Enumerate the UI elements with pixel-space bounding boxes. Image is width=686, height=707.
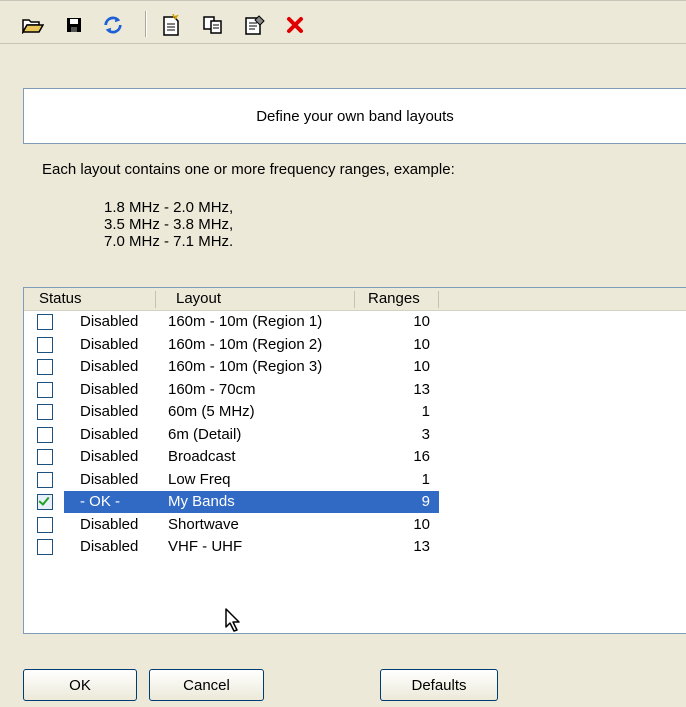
list-row[interactable]: Disabled VHF - UHF 13 — [24, 536, 686, 559]
status-cell: Disabled — [80, 335, 139, 353]
info-text: Each layout contains one or more frequen… — [42, 161, 455, 178]
layout-cell: Shortwave — [168, 515, 239, 533]
copy-icon[interactable] — [202, 15, 224, 35]
layout-cell: 60m (5 MHz) — [168, 403, 255, 420]
checkmark-icon — [38, 494, 50, 506]
frequency-examples: 1.8 MHz - 2.0 MHz, 3.5 MHz - 3.8 MHz, 7.… — [104, 199, 233, 250]
status-checkbox[interactable] — [37, 449, 53, 465]
ranges-cell: 13 — [413, 538, 430, 555]
status-checkbox[interactable] — [37, 494, 53, 510]
list-row[interactable]: Disabled Shortwave 10 — [24, 514, 686, 537]
status-cell: Disabled — [80, 470, 139, 488]
layout-cell: 160m - 10m (Region 1) — [168, 313, 323, 330]
ranges-cell: 1 — [421, 403, 430, 420]
example-line: 1.8 MHz - 2.0 MHz, — [104, 199, 234, 216]
status-checkbox[interactable] — [37, 404, 53, 420]
open-folder-icon[interactable] — [22, 15, 44, 35]
ranges-cell: 1 — [421, 470, 430, 488]
list-header: Status Layout Ranges — [24, 288, 686, 311]
status-cell: - OK - — [80, 493, 120, 510]
status-cell: Disabled — [80, 448, 139, 465]
layout-cell: Low Freq — [168, 470, 231, 488]
status-checkbox[interactable] — [37, 314, 53, 330]
toolbar — [0, 0, 686, 44]
layout-cell: 160m - 10m (Region 2) — [168, 335, 323, 353]
list-row[interactable]: Disabled 160m - 10m (Region 3) 10 — [24, 356, 686, 379]
list-body: Disabled 160m - 10m (Region 1) 10 Disabled 1… — [24, 311, 686, 559]
list-row[interactable]: Disabled 6m (Detail) 3 — [24, 424, 686, 447]
column-header-status[interactable]: Status — [39, 288, 82, 310]
layout-cell: My Bands — [168, 493, 235, 510]
layout-cell: Broadcast — [168, 448, 236, 465]
status-cell: Disabled — [80, 380, 139, 398]
defaults-button[interactable]: Defaults — [380, 669, 498, 701]
ranges-cell: 10 — [413, 358, 430, 375]
layouts-list[interactable]: Status Layout Ranges Disabled 160m - 10m … — [23, 287, 686, 634]
layout-cell: 160m - 10m (Region 3) — [168, 358, 323, 375]
status-cell: Disabled — [80, 538, 139, 555]
ranges-cell: 9 — [421, 493, 430, 510]
band-layouts-window: Define your own band layouts Each layout… — [0, 0, 686, 707]
list-row[interactable]: - OK - My Bands 9 — [24, 491, 686, 514]
ranges-cell: 10 — [413, 335, 430, 353]
properties-icon[interactable] — [244, 15, 266, 35]
ranges-cell: 3 — [421, 425, 430, 443]
list-row[interactable]: Disabled Broadcast 16 — [24, 446, 686, 469]
list-row[interactable]: Disabled Low Freq 1 — [24, 469, 686, 492]
example-line: 3.5 MHz - 3.8 MHz, — [104, 216, 234, 233]
ok-button[interactable]: OK — [23, 669, 137, 701]
column-divider[interactable] — [438, 291, 439, 308]
toolbar-separator — [145, 11, 147, 37]
layout-cell: VHF - UHF — [168, 538, 243, 555]
status-cell: Disabled — [80, 313, 139, 330]
example-line: 7.0 MHz - 7.1 MHz. — [104, 233, 234, 250]
ranges-cell: 10 — [413, 313, 430, 330]
list-row[interactable]: Disabled 160m - 10m (Region 2) 10 — [24, 334, 686, 357]
header-title: Define your own band layouts — [256, 107, 454, 125]
column-header-ranges[interactable]: Ranges — [368, 288, 420, 310]
cancel-button[interactable]: Cancel — [149, 669, 264, 701]
status-checkbox[interactable] — [37, 426, 53, 443]
status-cell: Disabled — [80, 515, 139, 533]
status-checkbox[interactable] — [37, 471, 53, 488]
ranges-cell: 10 — [413, 515, 430, 533]
layout-cell: 6m (Detail) — [168, 425, 242, 443]
refresh-icon[interactable] — [102, 15, 124, 35]
delete-icon[interactable] — [284, 15, 306, 35]
layout-cell: 160m - 70cm — [168, 380, 256, 398]
status-cell: Disabled — [80, 358, 139, 375]
column-header-layout[interactable]: Layout — [176, 288, 221, 310]
status-checkbox[interactable] — [37, 539, 53, 555]
mouse-cursor-icon — [225, 608, 240, 632]
column-divider[interactable] — [155, 291, 156, 308]
status-checkbox[interactable] — [37, 336, 53, 353]
ranges-cell: 16 — [413, 448, 430, 465]
status-checkbox[interactable] — [37, 516, 53, 533]
status-checkbox[interactable] — [37, 359, 53, 375]
list-row[interactable]: Disabled 160m - 10m (Region 1) 10 — [24, 311, 686, 334]
save-icon[interactable] — [63, 15, 85, 35]
status-cell: Disabled — [80, 403, 139, 420]
column-divider[interactable] — [354, 291, 355, 308]
status-checkbox[interactable] — [37, 381, 53, 398]
list-row[interactable]: Disabled 160m - 70cm 13 — [24, 379, 686, 402]
list-row[interactable]: Disabled 60m (5 MHz) 1 — [24, 401, 686, 424]
ranges-cell: 13 — [413, 380, 430, 398]
status-cell: Disabled — [80, 425, 139, 443]
header-panel: Define your own band layouts — [23, 88, 686, 144]
new-document-icon[interactable] — [160, 14, 182, 36]
